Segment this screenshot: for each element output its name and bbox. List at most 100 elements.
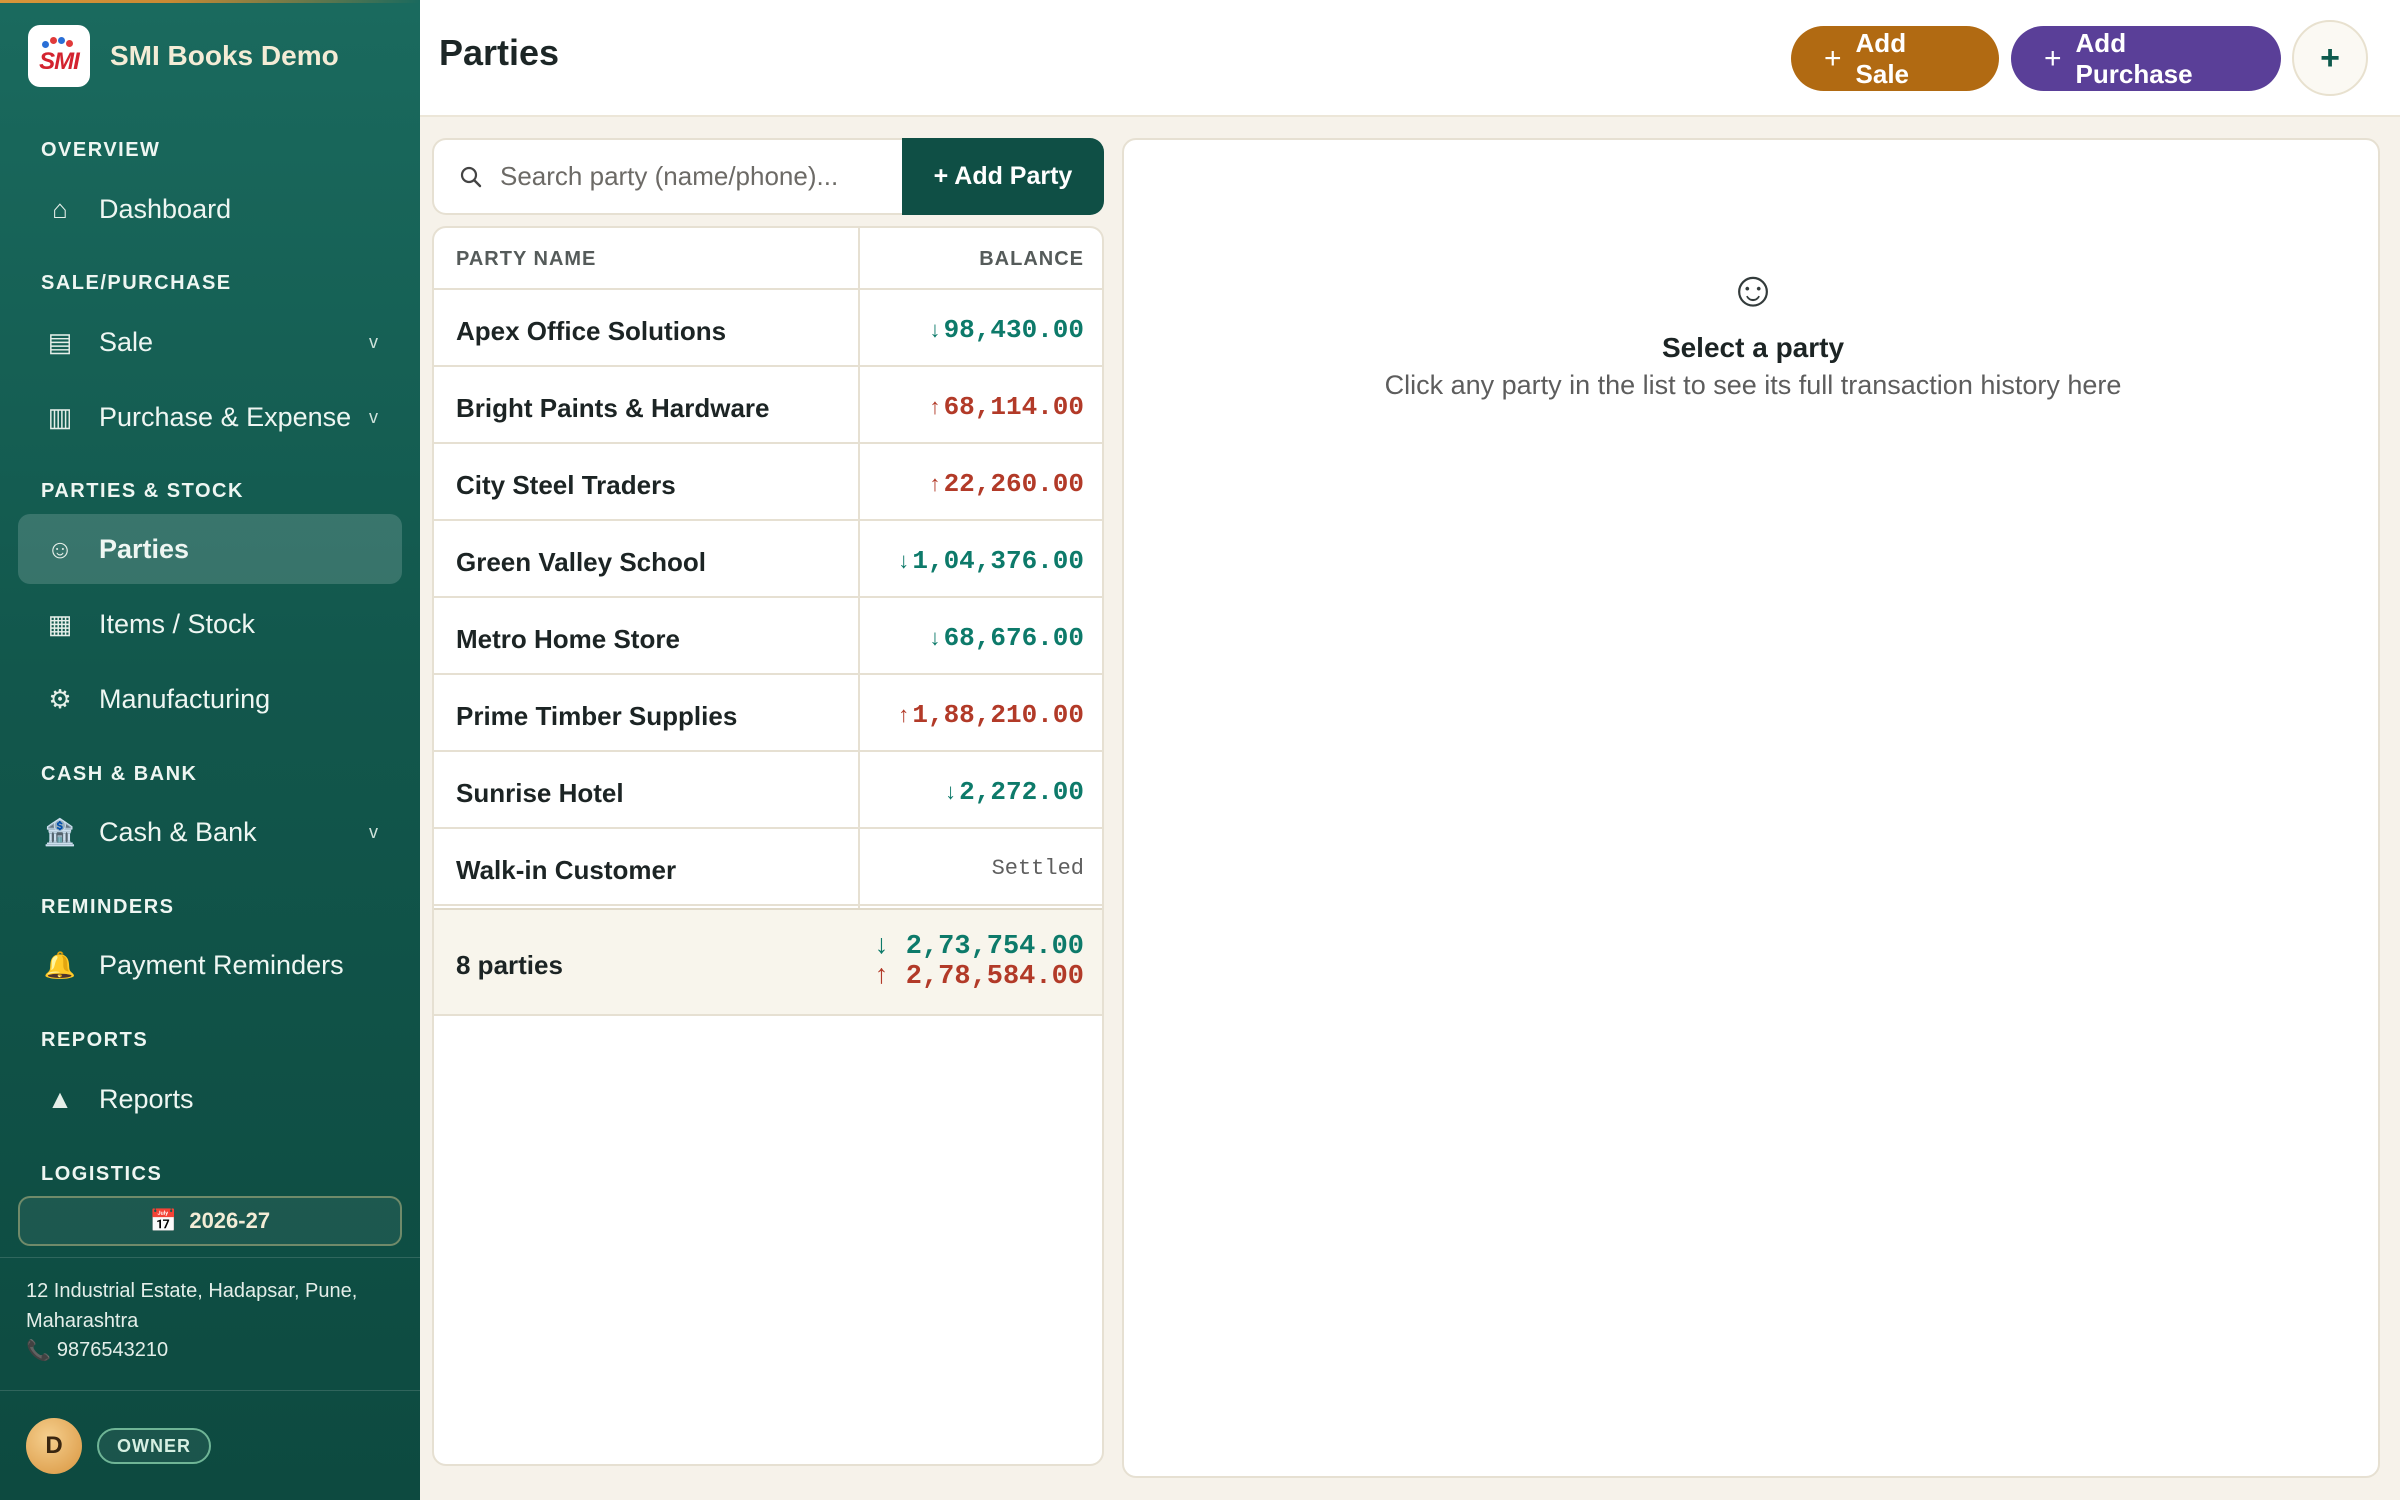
accent-bar — [0, 0, 420, 3]
sidebar-item-label: Parties — [99, 533, 190, 564]
calendar-icon: 📅 — [149, 1208, 178, 1233]
table-row[interactable]: Green Valley School ↓1,04,376.00 — [434, 521, 1102, 598]
chevron-down-icon: v — [369, 331, 378, 352]
arrow-down-icon: ↓ — [928, 627, 942, 652]
top-header: Parties + Add Sale + Add Purchase + — [420, 0, 2400, 117]
chart-icon: ▲ — [47, 1083, 73, 1114]
add-sale-label: Add Sale — [1855, 27, 1910, 89]
phone-number: 9876543210 — [56, 1339, 169, 1361]
avatar[interactable]: D — [26, 1418, 82, 1474]
party-list: PARTY NAME BALANCE Apex Office Solutions… — [432, 226, 1104, 1466]
sidebar-item-purchase-expense[interactable]: ▥ Purchase & Expense v — [18, 382, 402, 452]
party-name: Green Valley School — [456, 547, 706, 577]
column-party-name[interactable]: PARTY NAME — [456, 248, 596, 271]
sidebar-item-sale[interactable]: ▤ Sale v — [18, 307, 402, 377]
phone-icon: 📞 — [26, 1340, 51, 1362]
sidebar-item-label: Dashboard — [99, 193, 232, 224]
sidebar-item-cash-bank[interactable]: 🏦 Cash & Bank v — [18, 797, 402, 867]
chevron-down-icon: v — [369, 821, 378, 842]
section-reports: REPORTS — [41, 1029, 149, 1051]
sidebar-item-label: Payment Reminders — [99, 949, 344, 980]
cart-icon: ▥ — [47, 401, 73, 432]
add-party-button[interactable]: + Add Party — [902, 138, 1104, 215]
arrow-down-icon: ↓ — [897, 550, 911, 575]
party-balance: ↑68,114.00 — [928, 392, 1084, 422]
section-sale-purchase: SALE/PURCHASE — [41, 272, 232, 294]
financial-year-selector[interactable]: 📅 2026-27 — [18, 1196, 402, 1246]
party-name: Walk-in Customer — [456, 855, 677, 885]
financial-year-label: 2026-27 — [189, 1208, 271, 1233]
sidebar-item-label: Items / Stock — [99, 608, 256, 639]
balance-value: 2,272.00 — [959, 777, 1084, 807]
table-row[interactable]: Metro Home Store ↓68,676.00 — [434, 598, 1102, 675]
home-icon: ⌂ — [52, 193, 68, 224]
table-row[interactable]: Walk-in Customer Settled — [434, 829, 1102, 906]
balance-value: 22,260.00 — [943, 469, 1084, 499]
gear-icon: ⚙ — [48, 683, 72, 714]
sidebar-item-label: Cash & Bank — [99, 816, 257, 847]
plus-icon: + — [1824, 41, 1842, 75]
party-balance: ↑1,88,210.00 — [897, 700, 1084, 730]
party-name: Sunrise Hotel — [456, 778, 624, 808]
plus-icon: + — [2044, 41, 2062, 75]
section-overview: OVERVIEW — [41, 139, 161, 161]
add-sale-button[interactable]: + Add Sale — [1791, 26, 1999, 91]
arrow-up-icon: ↑ — [928, 396, 942, 421]
table-row[interactable]: Sunrise Hotel ↓2,272.00 — [434, 752, 1102, 829]
arrow-down-icon: ↓ — [943, 781, 958, 806]
party-balance: Settled — [991, 856, 1084, 881]
smiley-icon: ☺ — [1727, 261, 1779, 317]
section-cash-bank: CASH & BANK — [41, 763, 198, 785]
company-phone: 📞 9876543210 — [26, 1338, 168, 1363]
sidebar-item-parties[interactable]: ☺ Parties — [18, 514, 402, 584]
table-row[interactable]: Bright Paints & Hardware ↑68,114.00 — [434, 367, 1102, 444]
party-balance: ↓98,430.00 — [928, 315, 1084, 345]
sidebar-item-items-stock[interactable]: ▦ Items / Stock — [18, 589, 402, 659]
balance-value: 68,114.00 — [943, 392, 1084, 422]
app-title: SMI Books Demo — [110, 40, 339, 71]
chevron-down-icon: v — [369, 406, 378, 427]
total-payable: ↑ 2,78,584.00 — [873, 962, 1084, 992]
logo-dots — [42, 37, 76, 48]
page-title: Parties — [439, 32, 560, 73]
add-purchase-button[interactable]: + Add Purchase — [2011, 26, 2281, 91]
party-name: Metro Home Store — [456, 624, 680, 654]
party-balance: ↓1,04,376.00 — [897, 546, 1084, 576]
sidebar-item-manufacturing[interactable]: ⚙ Manufacturing — [18, 664, 402, 734]
party-list-header: PARTY NAME BALANCE — [434, 228, 1102, 290]
balance-value: 1,04,376.00 — [912, 546, 1084, 576]
grid-icon: ▦ — [47, 608, 73, 639]
balance-value: 98,430.00 — [943, 315, 1084, 345]
party-balance: ↑22,260.00 — [928, 469, 1084, 499]
bell-icon: 🔔 — [43, 949, 77, 980]
table-row[interactable]: Prime Timber Supplies ↑1,88,210.00 — [434, 675, 1102, 752]
section-parties-stock: PARTIES & STOCK — [41, 480, 244, 502]
role-badge: OWNER — [97, 1428, 211, 1464]
smiley-icon: ☺ — [46, 533, 74, 564]
receipt-icon: ▤ — [47, 326, 73, 357]
quick-add-button[interactable]: + — [2292, 20, 2368, 96]
logo-text: SMI — [39, 48, 80, 75]
sidebar-item-reports[interactable]: ▲ Reports — [18, 1064, 402, 1134]
column-balance[interactable]: BALANCE — [979, 248, 1084, 271]
sidebar-item-payment-reminders[interactable]: 🔔 Payment Reminders — [18, 930, 402, 1000]
divider — [0, 1257, 420, 1258]
company-address: 12 Industrial Estate, Hadapsar, Pune, Ma… — [26, 1280, 358, 1332]
sidebar-item-label: Sale — [99, 326, 154, 357]
section-logistics: LOGISTICS — [41, 1163, 163, 1185]
table-row[interactable]: Apex Office Solutions ↓98,430.00 — [434, 290, 1102, 367]
search-input[interactable] — [500, 161, 880, 192]
sidebar-item-dashboard[interactable]: ⌂ Dashboard — [18, 174, 402, 244]
search-icon — [460, 166, 482, 187]
add-purchase-label: Add Purchase — [2075, 27, 2193, 89]
party-name: Prime Timber Supplies — [456, 701, 738, 731]
total-receivable: ↓ 2,73,754.00 — [873, 932, 1084, 962]
party-balance: ↓2,272.00 — [944, 777, 1084, 807]
arrow-up-icon: ↑ — [928, 473, 942, 498]
party-search[interactable] — [432, 138, 904, 215]
brand[interactable]: SMI SMI Books Demo — [28, 25, 339, 87]
table-row[interactable]: City Steel Traders ↑22,260.00 — [434, 444, 1102, 521]
arrow-down-icon: ↓ — [928, 319, 942, 344]
sidebar-item-label: Reports — [99, 1083, 194, 1114]
sidebar-item-label: Manufacturing — [99, 683, 271, 714]
